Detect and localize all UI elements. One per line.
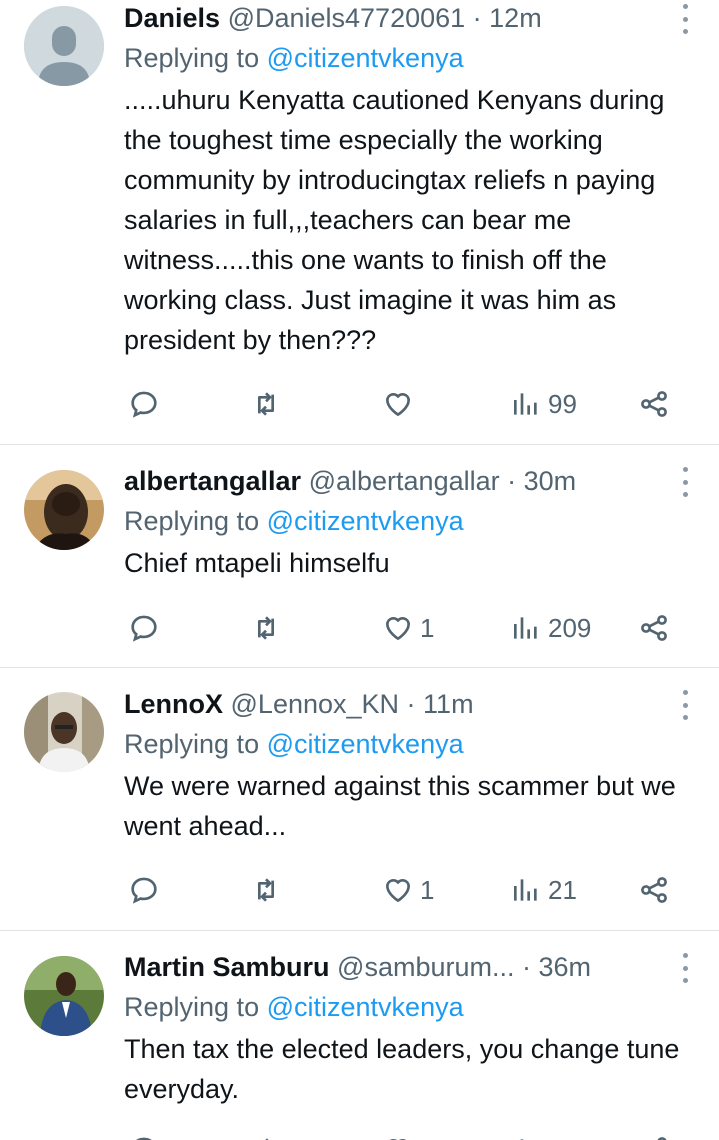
more-options-icon[interactable] [681,467,689,497]
share-icon [641,877,667,903]
tweet[interactable]: Martin Samburu @samburum... · 36m Replyi… [0,931,719,1140]
retweet-icon [258,878,274,902]
profile-photo [24,470,104,550]
tweet-actions: 1 209 [124,608,684,648]
heart-icon [386,616,410,640]
timestamp[interactable]: · 12m [473,3,542,33]
display-name[interactable]: Martin Samburu [124,952,330,982]
views-icon [514,879,537,901]
views-button[interactable]: 209 [510,608,591,648]
like-button[interactable] [382,384,420,424]
replying-to: Replying to @citizentvkenya [124,729,464,759]
tweet-actions [124,1130,684,1140]
like-button[interactable]: 1 [382,608,434,648]
avatar[interactable] [24,470,104,550]
timestamp[interactable]: · 30m [507,466,576,496]
replying-to: Replying to @citizentvkenya [124,43,464,73]
heart-icon [389,1138,407,1140]
reply-icon [136,1137,152,1140]
tweet[interactable]: LennoX @Lennox_KN · 11m Replying to @cit… [0,668,719,930]
tweet-header: LennoX @Lennox_KN · 11m [124,686,699,722]
views-button[interactable]: 21 [510,870,577,910]
tweet[interactable]: Daniels @Daniels47720061 · 12m Replying … [0,0,719,444]
reply-button[interactable] [128,870,160,910]
avatar[interactable] [24,956,104,1036]
reply-icon [131,391,157,418]
reply-icon [131,877,157,904]
retweet-icon [265,1138,269,1140]
view-count: 21 [548,874,577,905]
tweet-header: Martin Samburu @samburum... · 36m [124,949,699,985]
share-button[interactable] [638,608,670,648]
like-button[interactable] [382,1130,414,1140]
views-icon [514,617,537,639]
views-button[interactable] [510,1130,542,1140]
tweet-text: Then tax the elected leaders, you change… [124,1034,680,1104]
display-name[interactable]: LennoX [124,689,223,719]
share-icon [641,615,667,641]
views-icon [514,393,537,415]
user-handle[interactable]: @Daniels47720061 [228,3,466,33]
reply-to-handle-link[interactable]: @citizentvkenya [267,729,464,759]
tweet-actions: 1 21 [124,870,684,910]
user-handle[interactable]: @Lennox_KN [231,689,400,719]
tweet-text: .....uhuru Kenyatta cautioned Kenyans du… [124,85,665,355]
retweet-icon [258,616,274,640]
replying-to: Replying to @citizentvkenya [124,506,464,536]
retweet-button[interactable] [250,870,282,910]
avatar[interactable] [24,6,104,86]
more-options-icon[interactable] [681,4,689,34]
replying-to: Replying to @citizentvkenya [124,992,464,1022]
reply-button[interactable] [128,1130,160,1140]
user-handle[interactable]: @albertangallar [309,466,500,496]
user-handle[interactable]: @samburum... [337,952,514,982]
tweet-header: Daniels @Daniels47720061 · 12m [124,0,699,36]
tweet[interactable]: albertangallar @albertangallar · 30m Rep… [0,445,719,667]
more-options-icon[interactable] [681,690,689,720]
like-button[interactable]: 1 [382,870,434,910]
reply-to-handle-link[interactable]: @citizentvkenya [267,506,464,536]
view-count: 209 [548,612,592,643]
reply-button[interactable] [128,608,160,648]
tweet-text: We were warned against this scammer but … [124,771,676,841]
reply-icon [131,615,157,642]
view-count: 99 [548,388,577,419]
share-icon [657,1137,667,1140]
reply-to-handle-link[interactable]: @citizentvkenya [267,43,464,73]
heart-icon [386,878,410,902]
display-name[interactable]: albertangallar [124,466,301,496]
retweet-button[interactable] [250,1130,282,1140]
avatar[interactable] [24,692,104,772]
tweet-header: albertangallar @albertangallar · 30m [124,463,699,499]
timestamp[interactable]: · 36m [522,952,591,982]
like-count: 1 [420,612,435,643]
like-count: 1 [420,874,435,905]
share-button[interactable] [638,870,670,910]
tweet-text: Chief mtapeli himselfu [124,548,390,578]
heart-icon [386,392,410,416]
share-button[interactable] [638,384,670,424]
more-options-icon[interactable] [681,953,689,983]
retweet-button[interactable] [250,384,282,424]
share-icon [641,391,667,417]
reply-button[interactable] [128,384,160,424]
share-button[interactable] [638,1130,670,1140]
reply-to-handle-link[interactable]: @citizentvkenya [267,992,464,1022]
views-button[interactable]: 99 [510,384,577,424]
default-avatar-icon [24,6,104,86]
retweet-button[interactable] [250,608,282,648]
profile-photo [24,956,104,1036]
display-name[interactable]: Daniels [124,3,220,33]
views-icon [520,1139,524,1140]
retweet-icon [258,392,274,416]
tweet-actions: 99 [124,384,684,424]
profile-photo [24,692,104,772]
timestamp[interactable]: · 11m [407,689,474,719]
